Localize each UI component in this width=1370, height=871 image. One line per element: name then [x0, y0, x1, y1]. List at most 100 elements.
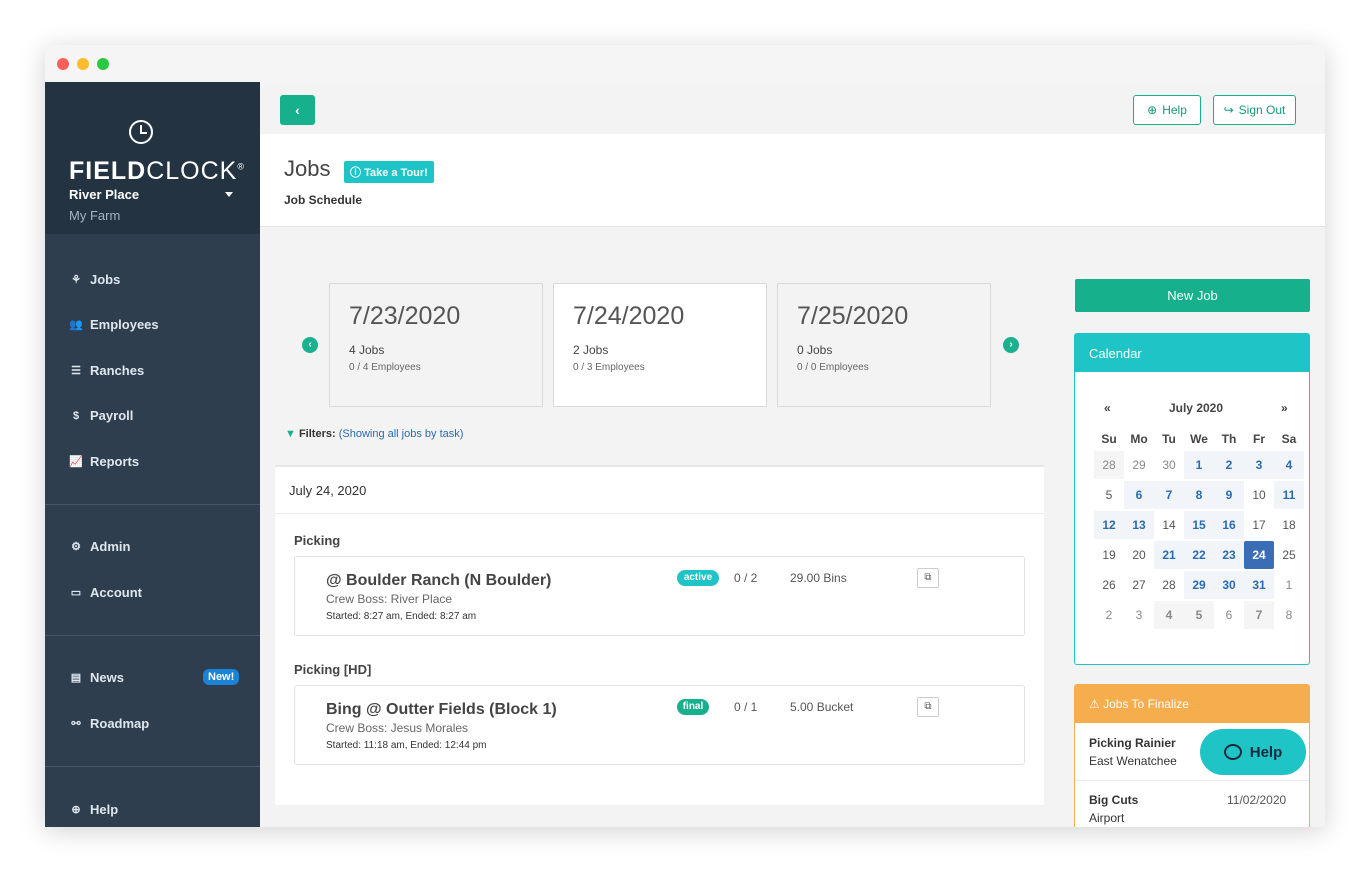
calendar-day[interactable]: 7: [1154, 481, 1184, 509]
calendar-day[interactable]: 26: [1094, 571, 1124, 599]
calendar-day[interactable]: 30: [1214, 571, 1244, 599]
job-time: Started: 11:18 am, Ended: 12:44 pm: [326, 740, 487, 751]
calendar-day[interactable]: 18: [1274, 511, 1304, 539]
job-card[interactable]: Bing @ Outter Fields (Block 1) Crew Boss…: [294, 685, 1025, 765]
finalize-job-name[interactable]: Big Cuts: [1089, 793, 1138, 807]
finalize-title: Jobs To Finalize: [1103, 697, 1189, 711]
browser-window: FIELDCLOCK® River Place My Farm ⚘ Jobs 👥 E…: [45, 45, 1325, 827]
chat-bubble-icon: [1223, 744, 1242, 760]
lifebuoy-icon: ⊕: [71, 804, 81, 816]
dollar-icon: $: [72, 409, 80, 422]
chart-icon: 📈: [69, 456, 83, 468]
nav-help[interactable]: ⊕ Help: [69, 802, 118, 817]
calendar-day[interactable]: 21: [1154, 541, 1184, 569]
calendar-day[interactable]: 28: [1094, 451, 1124, 479]
calendar-day[interactable]: 9: [1214, 481, 1244, 509]
calendar-week: 12 13 14 15 16 17 18: [1094, 510, 1304, 540]
calendar-month[interactable]: July 2020: [1166, 401, 1226, 415]
calendar-day[interactable]: 11: [1274, 481, 1304, 509]
job-card[interactable]: @ Boulder Ranch (N Boulder) Crew Boss: R…: [294, 556, 1025, 636]
farm-selector[interactable]: River Place: [69, 187, 139, 202]
sign-out-button[interactable]: ↪ Sign Out: [1213, 95, 1296, 125]
nav-label: Roadmap: [90, 716, 150, 731]
day-card[interactable]: 7/25/2020 0 Jobs 0 / 0 Employees: [777, 283, 991, 407]
calendar-day[interactable]: 23: [1214, 541, 1244, 569]
take-tour-button[interactable]: ⓘ Take a Tour!: [344, 161, 434, 183]
calendar-day[interactable]: 25: [1274, 541, 1304, 569]
prev-month-button[interactable]: «: [1104, 401, 1111, 415]
calendar-day[interactable]: 29: [1184, 571, 1214, 599]
calendar-day[interactable]: 27: [1124, 571, 1154, 599]
calendar-day[interactable]: 31: [1244, 571, 1274, 599]
calendar-day[interactable]: 6: [1124, 481, 1154, 509]
calendar-day[interactable]: 6: [1214, 601, 1244, 629]
calendar-day[interactable]: 14: [1154, 511, 1184, 539]
calendar-day[interactable]: 22: [1184, 541, 1214, 569]
close-window-button[interactable]: [57, 58, 69, 70]
calendar-day[interactable]: 8: [1274, 601, 1304, 629]
help-button[interactable]: ⊕ Help: [1133, 95, 1201, 125]
day-card[interactable]: 7/23/2020 4 Jobs 0 / 4 Employees: [329, 283, 543, 407]
collapse-sidebar-button[interactable]: ‹: [280, 95, 315, 125]
calendar-day[interactable]: 1: [1184, 451, 1214, 479]
filters-link[interactable]: (Showing all jobs by task): [339, 428, 464, 440]
calendar-day[interactable]: 2: [1094, 601, 1124, 629]
caret-down-icon[interactable]: [225, 192, 233, 197]
maximize-window-button[interactable]: [97, 58, 109, 70]
page-subtitle: Job Schedule: [284, 193, 363, 207]
calendar-day[interactable]: 7: [1244, 601, 1274, 629]
farm-icon: ☰: [71, 365, 81, 377]
calendar-day[interactable]: 4: [1274, 451, 1304, 479]
day-date: 7/25/2020: [797, 302, 909, 330]
calendar-day[interactable]: 16: [1214, 511, 1244, 539]
calendar-day[interactable]: 30: [1154, 451, 1184, 479]
nav-payroll[interactable]: $ Payroll: [69, 408, 133, 423]
nav-divider: [45, 766, 260, 767]
calendar-day[interactable]: 10: [1244, 481, 1274, 509]
calendar-week: 19 20 21 22 23 24 25: [1094, 540, 1304, 570]
nav-employees[interactable]: 👥 Employees: [69, 317, 159, 332]
nav-label: Help: [90, 802, 119, 817]
calendar-day[interactable]: 29: [1124, 451, 1154, 479]
calendar-day[interactable]: 15: [1184, 511, 1214, 539]
calendar-day[interactable]: 3: [1244, 451, 1274, 479]
calendar-day[interactable]: 19: [1094, 541, 1124, 569]
calendar-day[interactable]: 20: [1124, 541, 1154, 569]
calendar-day[interactable]: 12: [1094, 511, 1124, 539]
lifebuoy-icon: ⊕: [1147, 103, 1158, 117]
calendar-day[interactable]: 8: [1184, 481, 1214, 509]
job-title[interactable]: Bing @ Outter Fields (Block 1): [326, 701, 557, 719]
calendar-day[interactable]: 4: [1154, 601, 1184, 629]
next-month-button[interactable]: »: [1281, 401, 1288, 415]
calendar-day[interactable]: 17: [1244, 511, 1274, 539]
nav-admin[interactable]: ⚙ Admin: [69, 539, 130, 554]
farm-subtitle: My Farm: [69, 208, 121, 223]
day-card-selected[interactable]: 7/24/2020 2 Jobs 0 / 3 Employees: [553, 283, 767, 407]
prev-day-icon[interactable]: ‹: [302, 337, 318, 353]
calendar-day[interactable]: 3: [1124, 601, 1154, 629]
calendar-day[interactable]: 2: [1214, 451, 1244, 479]
copy-icon[interactable]: ⧉: [917, 568, 939, 588]
calendar-day[interactable]: 13: [1124, 511, 1154, 539]
nav-ranches[interactable]: ☰ Ranches: [69, 363, 144, 378]
nav-account[interactable]: ▭ Account: [69, 585, 142, 600]
nav-roadmap[interactable]: ⚯ Roadmap: [69, 716, 149, 731]
nav-reports[interactable]: 📈 Reports: [69, 454, 139, 469]
calendar-day[interactable]: 5: [1184, 601, 1214, 629]
status-badge: final: [677, 699, 709, 715]
calendar-day-selected[interactable]: 24: [1244, 541, 1274, 569]
nav-jobs[interactable]: ⚘ Jobs: [69, 272, 120, 287]
calendar-day[interactable]: 28: [1154, 571, 1184, 599]
calendar-day[interactable]: 5: [1094, 481, 1124, 509]
finalize-job-name[interactable]: Picking Rainier: [1089, 736, 1176, 750]
status-badge: active: [677, 570, 719, 586]
next-day-icon[interactable]: ›: [1003, 337, 1019, 353]
job-title[interactable]: @ Boulder Ranch (N Boulder): [326, 572, 551, 590]
help-chat-button[interactable]: Help: [1200, 729, 1306, 775]
new-job-button[interactable]: New Job: [1075, 279, 1310, 312]
copy-icon[interactable]: ⧉: [917, 697, 939, 717]
minimize-window-button[interactable]: [77, 58, 89, 70]
calendar-day[interactable]: 1: [1274, 571, 1304, 599]
nav-news[interactable]: ▤ News: [69, 670, 124, 685]
help-button-label: Help: [1162, 103, 1187, 117]
